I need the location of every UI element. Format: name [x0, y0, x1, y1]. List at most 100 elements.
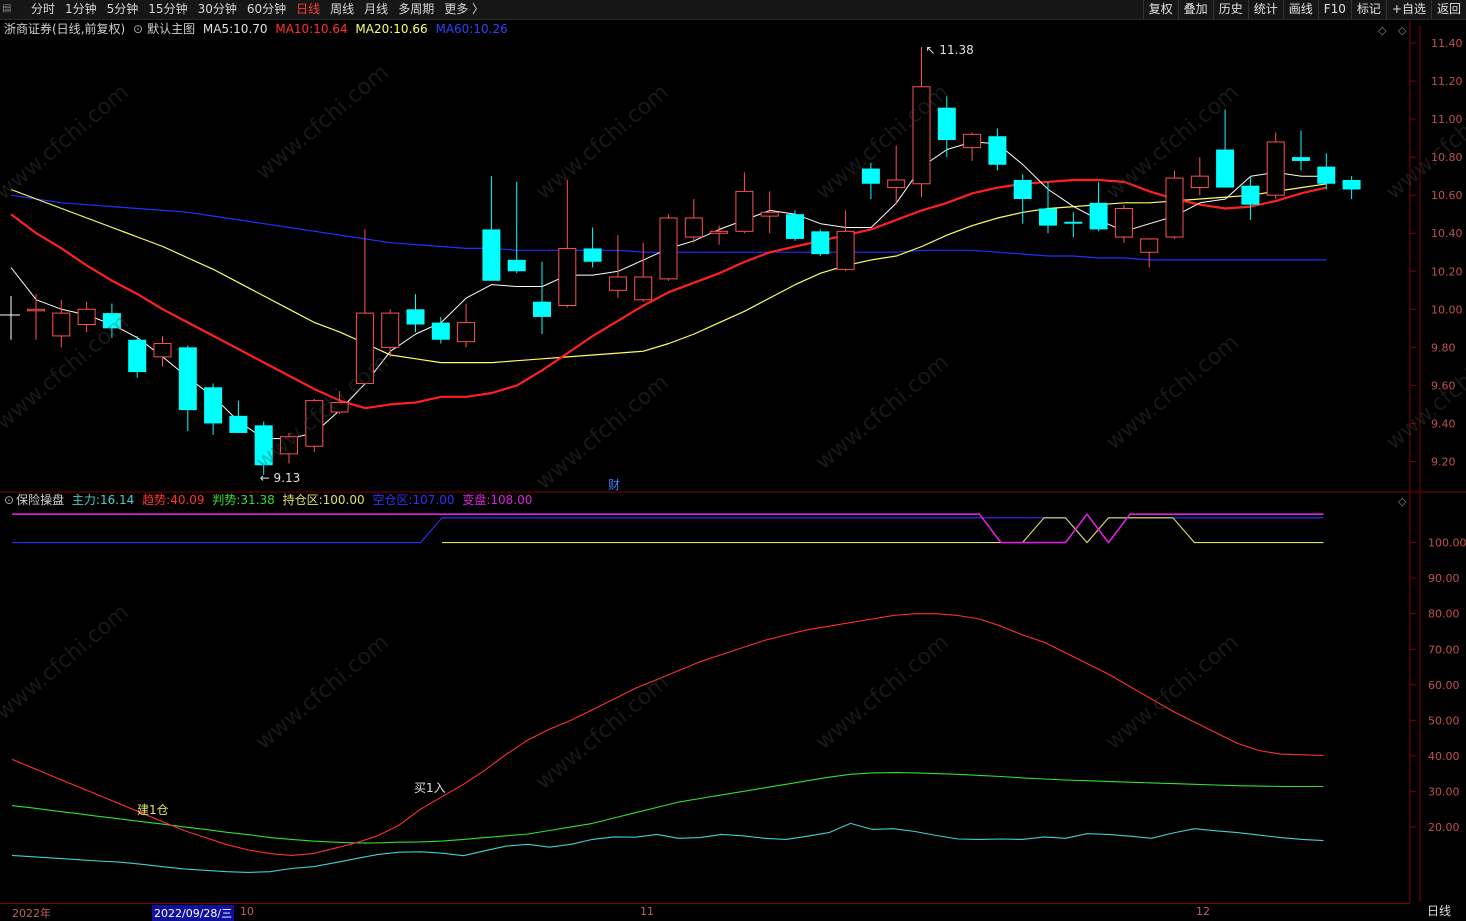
candle-body-down: [937, 107, 956, 141]
indicator-tick-label: 70.00: [1428, 643, 1460, 656]
template-selector-icon[interactable]: ⊙: [133, 22, 143, 36]
panshi-value: 31.38: [240, 493, 275, 507]
candle-body-up: [1266, 141, 1285, 196]
candle-body-down: [988, 136, 1007, 165]
period-tab[interactable]: 月线: [359, 0, 393, 19]
period-tab[interactable]: 1分钟: [60, 0, 102, 19]
candle-body-down: [1216, 149, 1235, 188]
ma5-label: MA5:: [202, 22, 234, 36]
candle-body-up: [457, 322, 476, 343]
price-tick-label: 9.40: [1431, 417, 1456, 430]
price-tick-label: 10.60: [1431, 189, 1463, 202]
candle-body-up: [735, 190, 754, 232]
ma20-value: 10.66: [393, 22, 428, 36]
candle-body-down: [1241, 185, 1260, 205]
candle-body-up: [836, 230, 855, 270]
candle-body-up: [52, 312, 71, 337]
candle-body-down: [583, 248, 602, 262]
qushi-value: 40.09: [170, 493, 205, 507]
date-axis: 2022年 2022/09/28/三 10 11 12: [0, 903, 1410, 921]
candle-body-up: [27, 308, 45, 312]
candle-body-up: [1190, 175, 1209, 189]
date-month-11: 11: [640, 905, 654, 918]
period-tab[interactable]: 5分钟: [102, 0, 144, 19]
kongcang-label: 空仓区:: [372, 493, 413, 507]
jiancang-signal-label: 建1仓: [137, 803, 169, 817]
zhuli-line: [11, 822, 1324, 873]
tool-button[interactable]: 历史: [1212, 0, 1248, 19]
candle-body-down: [102, 313, 121, 329]
toolbar: ▤ 分时 1分钟 5分钟 15分钟 30分钟 60分钟 日线 周线 月线 多周期 更多 〉 复权 叠加…: [0, 0, 1466, 20]
candle-body-down: [1064, 221, 1083, 224]
qushi-label: 趋势:: [142, 493, 171, 507]
candle-body-up: [608, 276, 627, 291]
candle-body-up: [760, 211, 779, 217]
period-tab[interactable]: 多周期: [393, 0, 439, 19]
price-tick-label: 10.80: [1431, 151, 1463, 164]
period-tab[interactable]: 60分钟: [242, 0, 291, 19]
period-tab[interactable]: 分时: [26, 0, 60, 19]
candle-body-up: [280, 436, 298, 455]
candle-body-down: [507, 259, 526, 272]
tool-button[interactable]: 返回: [1430, 0, 1466, 19]
chicang-value: 100.00: [322, 493, 365, 507]
candle-body-down: [178, 347, 197, 411]
indicator-tick-label: 40.00: [1428, 750, 1460, 763]
candle-body-down: [811, 231, 830, 255]
panshi-line: [11, 772, 1324, 844]
period-tab[interactable]: 周线: [325, 0, 359, 19]
indicator-tick-label: 80.00: [1428, 608, 1460, 621]
candle-body-down: [1317, 166, 1336, 184]
ma60-label: MA60:: [435, 22, 474, 36]
candle-body-up: [355, 312, 374, 384]
kongcang-line: [12, 517, 1324, 544]
template-name[interactable]: 默认主图: [147, 22, 195, 36]
period-tab[interactable]: 日线: [291, 0, 325, 19]
candle-body-down: [482, 229, 501, 281]
chicang-line: [442, 517, 1324, 544]
finance-marker-icon: 财: [608, 478, 620, 492]
candle-body-up: [963, 133, 982, 149]
candle-body-down: [533, 301, 551, 317]
period-tab[interactable]: 更多 〉: [439, 0, 489, 19]
candle-body-up: [330, 402, 349, 413]
price-tick-label: 11.20: [1431, 75, 1463, 88]
kongcang-value: 107.00: [412, 493, 455, 507]
indicator-tick-label: 90.00: [1428, 572, 1460, 585]
bianpan-line: [12, 513, 1324, 544]
candle-body-up: [912, 86, 931, 185]
candle-body-up: [1114, 207, 1133, 238]
period-tab[interactable]: 30分钟: [193, 0, 242, 19]
candle-body-down: [254, 425, 273, 466]
period-label[interactable]: 日线: [1412, 903, 1466, 919]
diamond-icon: ◇: [1398, 24, 1407, 37]
period-tab[interactable]: 15分钟: [143, 0, 192, 19]
price-tick-label: 11.40: [1431, 37, 1463, 50]
candle-body-down: [431, 322, 450, 340]
tool-button[interactable]: 标记: [1350, 0, 1386, 19]
tool-button[interactable]: 画线: [1282, 0, 1318, 19]
bianpan-value: 108.00: [490, 493, 533, 507]
price-tick-label: 10.00: [1431, 303, 1463, 316]
candle-body-up: [77, 308, 96, 326]
indicator-selector-icon[interactable]: ⊙: [4, 493, 14, 507]
kline-chart[interactable]: 9.20 9.40 9.60 9.80 10.00 10.20 10.40 10.60 10.8…: [0, 20, 1466, 903]
tool-button[interactable]: 统计: [1247, 0, 1283, 19]
candle-body-up: [1165, 177, 1184, 238]
price-tick-label: 10.20: [1431, 265, 1463, 278]
window-menu-icon[interactable]: ▤: [2, 3, 16, 15]
zhuli-value: 16.14: [99, 493, 135, 507]
chicang-label: 持仓区:: [282, 493, 323, 507]
tool-button[interactable]: F10: [1317, 0, 1351, 19]
indicator-tick-label: 30.00: [1428, 785, 1460, 798]
tool-button[interactable]: 复权: [1142, 0, 1178, 19]
date-month-12: 12: [1196, 905, 1210, 918]
tool-button[interactable]: +自选: [1385, 0, 1431, 19]
ma10-value: 10.64: [313, 22, 348, 36]
main-chart-header: 浙商证券(日线,前复权) ⊙ 默认主图 MA5:10.70 MA10:10.64 …: [4, 21, 512, 37]
tool-button[interactable]: 叠加: [1177, 0, 1213, 19]
diamond-icon: ◇: [1398, 495, 1407, 508]
indicator-name[interactable]: 保险操盘: [16, 493, 64, 507]
candle-body-down: [1342, 179, 1361, 190]
high-price-label: ↖ 11.38: [926, 43, 974, 57]
